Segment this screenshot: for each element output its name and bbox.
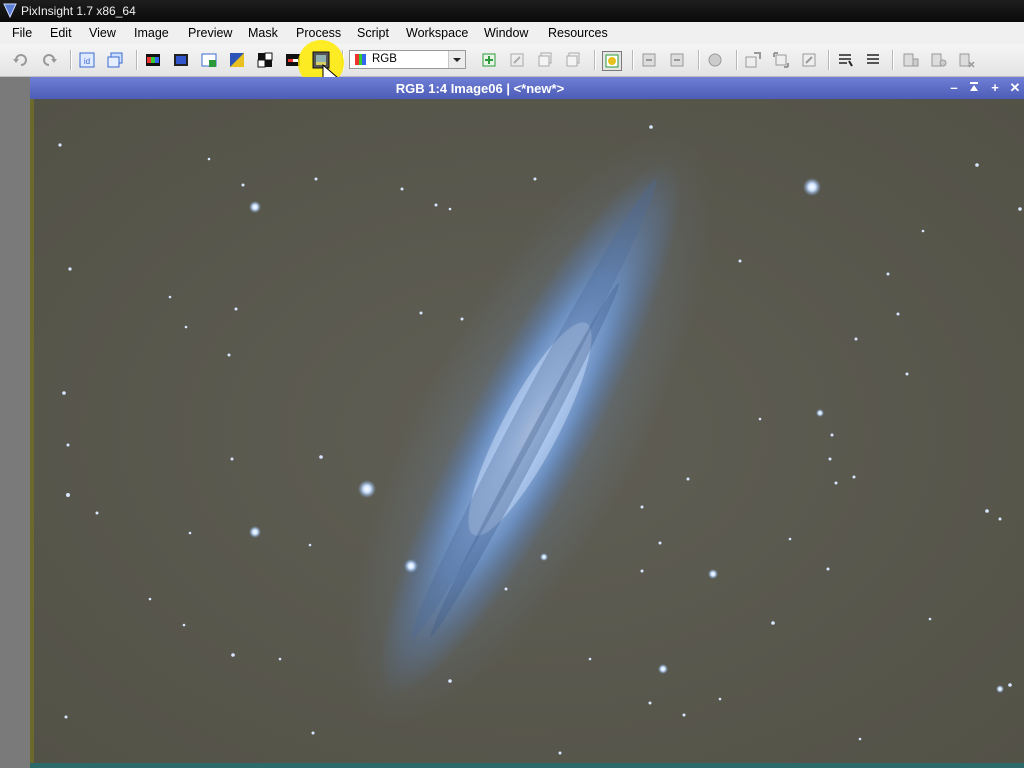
app-title: PixInsight 1.7 x86_64 — [21, 4, 136, 18]
svg-text:id: id — [84, 57, 90, 66]
mask-icon[interactable] — [602, 51, 622, 71]
menu-script[interactable]: Script — [357, 26, 389, 40]
zoom-in-icon[interactable] — [744, 51, 762, 69]
toolbar-separator — [632, 50, 634, 70]
process-icon[interactable] — [930, 51, 948, 69]
app-titlebar: PixInsight 1.7 x86_64 — [0, 0, 1024, 22]
view-select-value: RGB — [372, 53, 397, 65]
fit-view-icon[interactable] — [800, 51, 818, 69]
toolbar-separator — [70, 50, 72, 70]
show-mask-icon[interactable] — [668, 51, 686, 69]
workspace-side-strip — [0, 77, 30, 768]
shade-icon[interactable] — [967, 80, 981, 95]
new-preview-icon[interactable] — [480, 51, 498, 69]
image-window-titlebar[interactable]: RGB 1:4 Image06 | <*new*> – + ✕ — [30, 77, 1024, 99]
readout-icon[interactable] — [864, 51, 882, 69]
invert-icon[interactable] — [228, 51, 246, 69]
enable-mask-icon[interactable] — [640, 51, 658, 69]
redo-icon[interactable] — [40, 51, 58, 69]
rgb-swatch-icon — [355, 54, 366, 65]
menu-mask[interactable]: Mask — [248, 26, 278, 40]
toolbar-separator — [594, 50, 596, 70]
view-select[interactable]: RGB — [349, 50, 466, 69]
layout-icon[interactable] — [902, 51, 920, 69]
minimize-icon[interactable]: – — [947, 80, 961, 95]
toolbar-separator — [736, 50, 738, 70]
pixinsight-icon — [3, 3, 17, 18]
menu-image[interactable]: Image — [134, 26, 169, 40]
new-image-icon[interactable] — [200, 51, 218, 69]
image-window-title: RGB 1:4 Image06 | <*new*> — [395, 81, 565, 96]
clone-icon[interactable] — [106, 51, 124, 69]
undo-icon[interactable] — [12, 51, 30, 69]
invert-mask-icon[interactable] — [706, 51, 724, 69]
edit-preview-icon[interactable] — [508, 51, 526, 69]
menu-workspace[interactable]: Workspace — [406, 26, 468, 40]
extract-channels-icon[interactable] — [172, 51, 190, 69]
menu-process[interactable]: Process — [296, 26, 341, 40]
maximize-icon[interactable]: + — [988, 80, 1002, 95]
menu-edit[interactable]: Edit — [50, 26, 72, 40]
close-icon[interactable]: ✕ — [1008, 80, 1022, 95]
identifier-icon[interactable]: id — [78, 51, 96, 69]
store-preview-icon[interactable] — [564, 51, 582, 69]
toolbar-separator — [828, 50, 830, 70]
menu-view[interactable]: View — [89, 26, 116, 40]
chevron-down-icon[interactable] — [448, 51, 465, 68]
image-canvas[interactable] — [30, 99, 1024, 768]
toolbar: id — [0, 44, 1024, 77]
script-icon[interactable] — [958, 51, 976, 69]
toolbar-separator — [698, 50, 700, 70]
menu-window[interactable]: Window — [484, 26, 528, 40]
crop-icon[interactable] — [256, 51, 274, 69]
toolbar-separator — [136, 50, 138, 70]
menu-resources[interactable]: Resources — [548, 26, 608, 40]
menu-preview[interactable]: Preview — [188, 26, 232, 40]
image-window[interactable]: RGB 1:4 Image06 | <*new*> – + ✕ — [30, 77, 1024, 768]
pan-icon[interactable] — [836, 51, 854, 69]
rgb-channels-icon[interactable] — [144, 51, 162, 69]
menu-file[interactable]: File — [12, 26, 32, 40]
delete-preview-icon[interactable] — [536, 51, 554, 69]
menu-bar: File Edit View Image Preview Mask Proces… — [0, 22, 1024, 45]
galaxy-image — [30, 99, 1024, 768]
toolbar-separator — [892, 50, 894, 70]
zoom-out-icon[interactable] — [772, 51, 790, 69]
